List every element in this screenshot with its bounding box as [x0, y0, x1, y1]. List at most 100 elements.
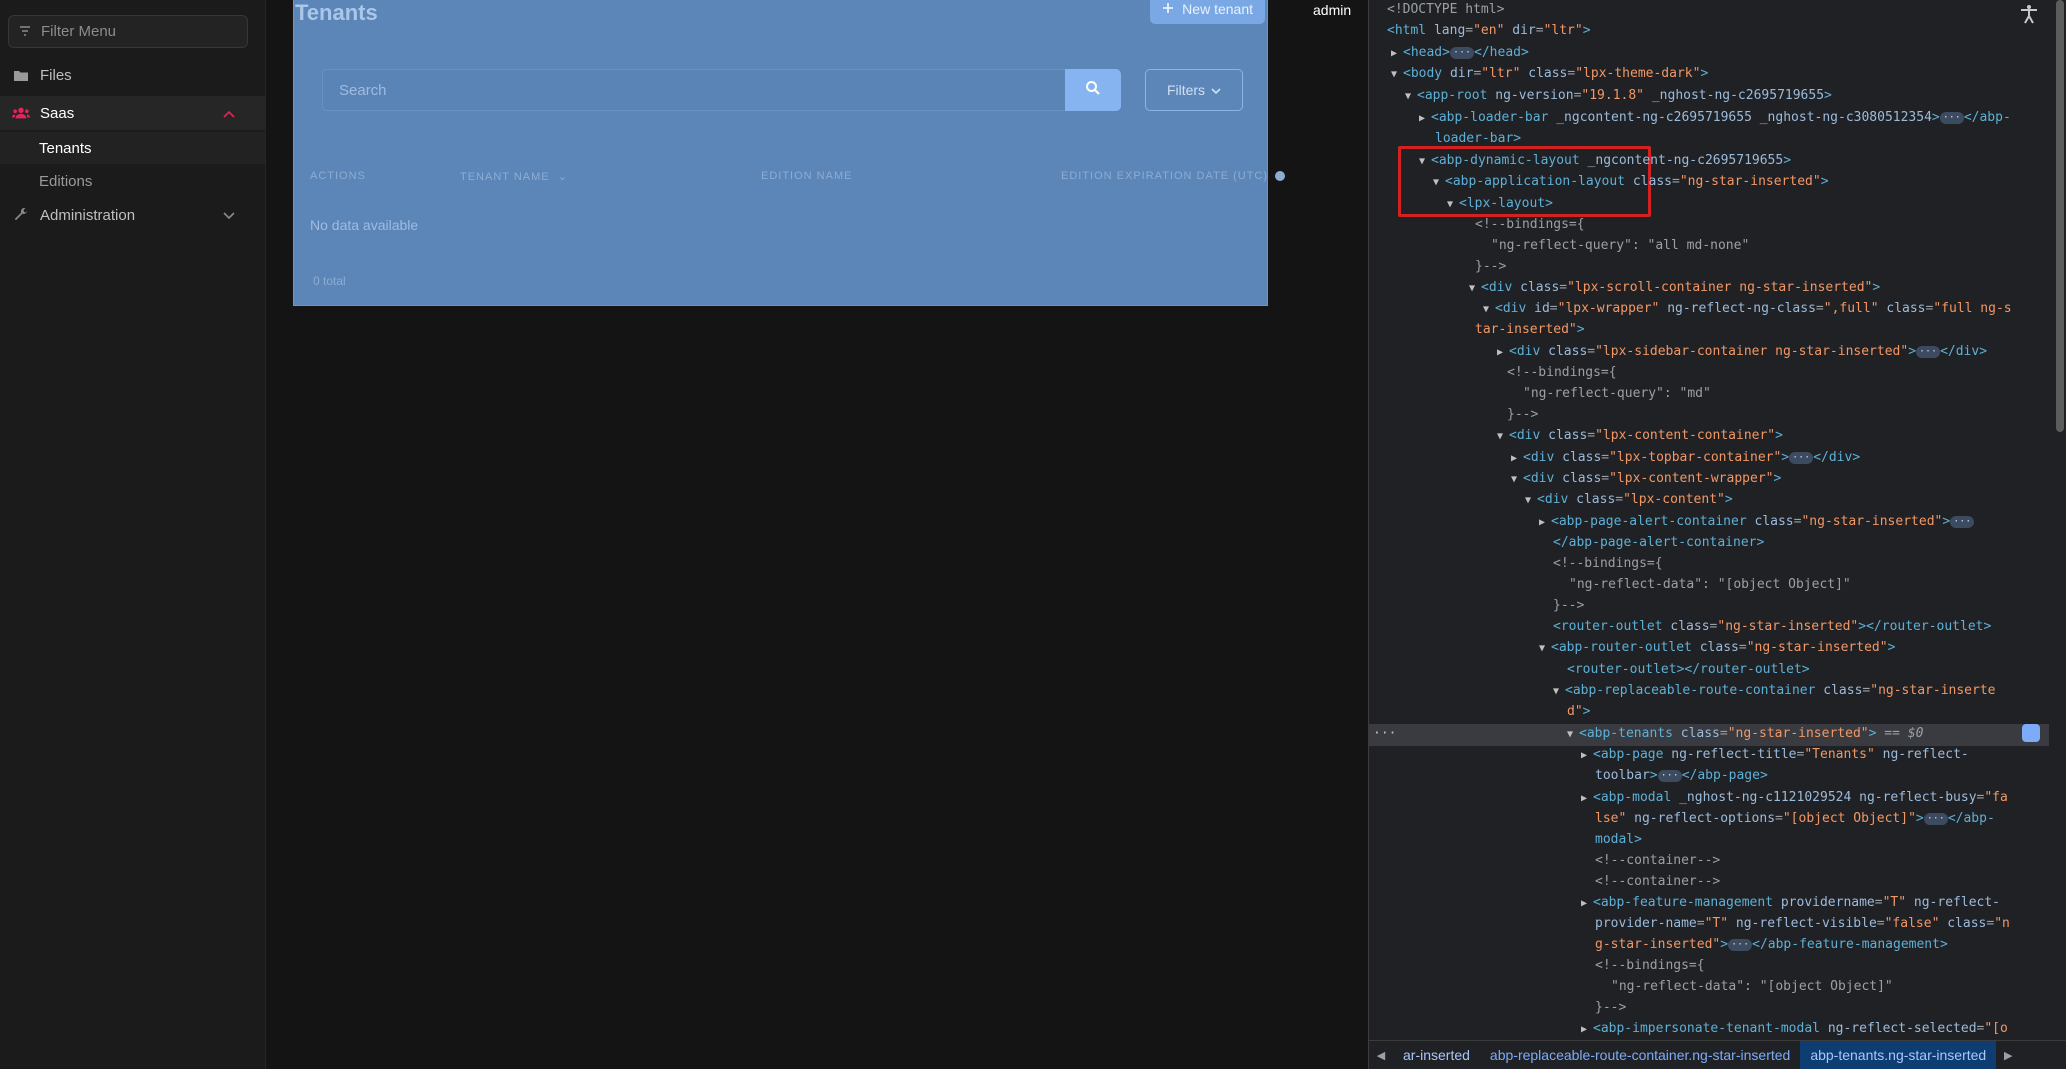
- user-menu[interactable]: admin: [1313, 2, 1351, 18]
- dom-line: <!--container-->: [1595, 874, 1721, 889]
- dom-line[interactable]: ▶ <div class="lpx-topbar-container"> ··· </…: [1511, 448, 1860, 468]
- dom-line[interactable]: ▶ <abp-feature-management providername="T…: [1581, 893, 2000, 913]
- dom-line: <!--bindings={: [1475, 217, 1585, 232]
- sidebar-item-label: Saas: [40, 104, 75, 122]
- dom-line: }-->: [1553, 598, 1585, 613]
- dom-line[interactable]: ···: [1373, 724, 1396, 744]
- dom-line: }-->: [1475, 259, 1507, 274]
- filters-button[interactable]: Filters: [1145, 69, 1243, 111]
- sidebar-item-tenants[interactable]: Tenants: [0, 132, 265, 164]
- sidebar-item-label: Tenants: [39, 139, 92, 157]
- filter-menu-input[interactable]: [39, 22, 243, 41]
- dom-line[interactable]: ▶ <abp-modal _nghost-ng-c1121029524 ng-re…: [1581, 788, 2008, 808]
- column-header-expiration: Edition expiration date (UTC): [1061, 170, 1286, 182]
- column-header-edition-name: Edition name: [761, 170, 853, 182]
- dom-line: provider-name="T" ng-reflect-visible="fa…: [1595, 916, 2010, 931]
- dom-line[interactable]: ▼ <abp-replaceable-route-container class=…: [1553, 681, 1995, 701]
- filter-icon: [19, 23, 31, 41]
- info-icon[interactable]: [1275, 171, 1286, 182]
- dom-line[interactable]: ▼ <abp-application-layout class="ng-star-…: [1433, 172, 1829, 192]
- scroll-left-icon[interactable]: ◀: [1369, 1049, 1393, 1062]
- column-header-label: Edition expiration date (UTC): [1061, 170, 1269, 182]
- sidebar-item-label: Administration: [40, 206, 136, 224]
- scrollbar-thumb[interactable]: [2056, 0, 2064, 432]
- folder-icon: [12, 69, 30, 82]
- sidebar: Files Saas Tenants Editions Administrati…: [0, 0, 266, 1069]
- sidebar-item-editions[interactable]: Editions: [0, 165, 265, 197]
- sidebar-item-label: Editions: [39, 172, 93, 190]
- new-tenant-label: New tenant: [1182, 1, 1253, 17]
- dom-line: }-->: [1507, 407, 1539, 422]
- empty-state: No data available: [310, 217, 419, 233]
- filter-menu-field[interactable]: [8, 15, 248, 48]
- page-title: Tenants: [295, 0, 378, 25]
- search-button[interactable]: [1065, 69, 1121, 111]
- dom-line[interactable]: ▶ <abp-impersonate-tenant-modal ng-reflec…: [1581, 1019, 2008, 1039]
- sidebar-item-saas[interactable]: Saas: [0, 96, 265, 130]
- inspect-badge-icon[interactable]: [2022, 724, 2040, 742]
- selected-suffix: == $0: [1884, 726, 1924, 741]
- dom-line: "ng-reflect-data": "[object Object]": [1569, 577, 1851, 592]
- devtools-scrollbar[interactable]: [2053, 0, 2066, 1040]
- dom-line[interactable]: <router-outlet class="ng-star-inserted">…: [1553, 617, 1991, 637]
- sidebar-item-label: Files: [40, 66, 72, 84]
- dom-line[interactable]: <router-outlet></router-outlet>: [1567, 660, 1810, 680]
- dom-line: "ng-reflect-data": "[object Object]": [1611, 979, 1893, 994]
- column-header-label: Tenant name: [460, 171, 550, 183]
- search-field[interactable]: [322, 69, 1066, 111]
- dom-line: <!--container-->: [1595, 853, 1721, 868]
- sidebar-item-administration[interactable]: Administration: [0, 198, 265, 232]
- devtools-elements-panel: <!DOCTYPE html> <html lang="en" dir="ltr…: [1368, 0, 2066, 1069]
- dom-line: <!--bindings={: [1553, 556, 1663, 571]
- dom-line[interactable]: ▼ <abp-router-outlet class="ng-star-inser…: [1539, 638, 1895, 658]
- column-header-tenant-name[interactable]: Tenant name ⌄: [460, 170, 568, 183]
- dom-line[interactable]: <html lang="en" dir="ltr">: [1387, 21, 1591, 41]
- dom-line[interactable]: ▼ <div class="lpx-content">: [1525, 490, 1733, 510]
- chevron-up-icon: [223, 105, 235, 122]
- dom-line: loader-bar>: [1435, 131, 1522, 146]
- scroll-right-icon[interactable]: ▶: [1996, 1049, 2020, 1062]
- dom-line: lse" ng-reflect-options="[object Object]…: [1595, 811, 1995, 826]
- tenants-page-overlay: Tenants New tenant Filters Actions Tenan…: [293, 0, 1286, 306]
- dom-line: "ng-reflect-query": "md": [1523, 386, 1711, 401]
- dom-line: d">: [1567, 704, 1591, 719]
- dom-line: <!DOCTYPE html>: [1387, 2, 1505, 17]
- wrench-icon: [12, 207, 30, 223]
- users-icon: [12, 106, 30, 120]
- filters-label: Filters: [1166, 82, 1206, 98]
- new-tenant-button[interactable]: New tenant: [1150, 0, 1265, 24]
- dom-line[interactable]: ▶ <head> ··· </head>: [1391, 43, 1529, 63]
- dom-line[interactable]: ▼ <abp-dynamic-layout _ngcontent-ng-c2695…: [1419, 151, 1791, 171]
- dom-line[interactable]: ▶ <abp-page-alert-container class="ng-sta…: [1539, 512, 1975, 532]
- dom-line[interactable]: ▼ <app-root ng-version="19.1.8" _nghost-n…: [1405, 86, 1832, 106]
- dom-line[interactable]: ▶ <abp-loader-bar _ngcontent-ng-c26957196…: [1419, 108, 2011, 128]
- search-input[interactable]: [337, 80, 1041, 100]
- dom-line: }-->: [1595, 1000, 1627, 1015]
- dom-line[interactable]: ▼ <lpx-layout>: [1447, 194, 1553, 214]
- dom-line[interactable]: ▼ <div id="lpx-wrapper" ng-reflect-ng-cla…: [1483, 299, 2012, 319]
- dom-line: </abp-page-alert-container>: [1553, 535, 1765, 550]
- plus-icon: [1162, 1, 1174, 17]
- devtools-breadcrumbs: ◀ ar-inserted abp-replaceable-route-cont…: [1369, 1040, 2066, 1069]
- dom-line[interactable]: ▼ <div class="lpx-content-wrapper">: [1511, 469, 1781, 489]
- dom-line: <!--bindings={: [1595, 958, 1705, 973]
- breadcrumb-item-selected[interactable]: abp-tenants.ng-star-inserted: [1800, 1041, 1997, 1069]
- dom-line[interactable]: ▶ <div class="lpx-sidebar-container ng-st…: [1497, 342, 1987, 362]
- dom-line[interactable]: ▼ <div class="lpx-content-container">: [1497, 426, 1783, 446]
- dom-line-selected[interactable]: ▼ <abp-tenants class="ng-star-inserted"> …: [1567, 724, 1923, 744]
- chevron-down-icon: [223, 207, 235, 224]
- sidebar-item-files[interactable]: Files: [0, 58, 265, 92]
- breadcrumb-item[interactable]: ar-inserted: [1393, 1047, 1480, 1063]
- search-icon: [1085, 80, 1101, 101]
- breadcrumb-item[interactable]: abp-replaceable-route-container.ng-star-…: [1480, 1047, 1800, 1063]
- total-count: 0 total: [313, 274, 346, 288]
- dom-line: tar-inserted">: [1475, 322, 1585, 337]
- accessibility-icon[interactable]: [2017, 2, 2041, 26]
- dom-line: <!--bindings={: [1507, 365, 1617, 380]
- column-header-actions: Actions: [310, 170, 366, 182]
- dom-line: "ng-reflect-query": "all md-none": [1491, 238, 1750, 253]
- sort-icon: ⌄: [557, 171, 568, 183]
- dom-line[interactable]: ▼ <body dir="ltr" class="lpx-theme-dark">: [1391, 64, 1708, 84]
- dom-line[interactable]: ▶ <abp-page ng-reflect-title="Tenants" ng…: [1581, 745, 1969, 765]
- dom-line[interactable]: ▼ <div class="lpx-scroll-container ng-sta…: [1469, 278, 1880, 298]
